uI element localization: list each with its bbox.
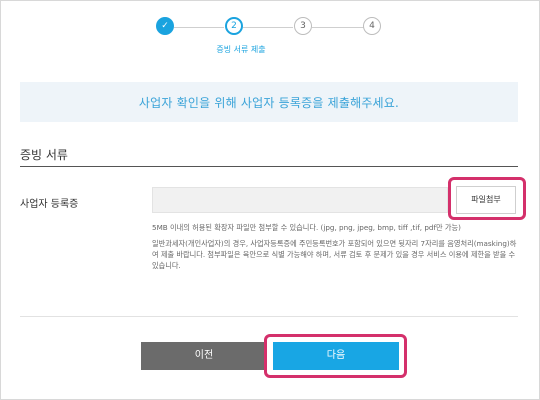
file-size-note: 5MB 이내의 허용된 확장자 파일만 첨부할 수 있습니다. (jpg, pn…: [152, 223, 461, 232]
next-button-highlight: [264, 334, 407, 378]
step-4-indicator: 4: [363, 17, 381, 35]
previous-button[interactable]: 이전: [141, 342, 267, 370]
step-1-check-icon: ✓: [156, 17, 174, 35]
section-title: 증빙 서류: [20, 148, 68, 162]
banner-text: 사업자 확인을 위해 사업자 등록증을 제출해주세요.: [138, 96, 400, 110]
step-connector: [243, 27, 293, 28]
file-name-field[interactable]: [152, 187, 448, 213]
masking-note: 일반과세자(개인사업자)의 경우, 사업자등록증에 주민등록번호가 포함되어 있…: [152, 239, 517, 270]
attach-button-highlight: [448, 177, 526, 220]
business-registration-label: 사업자 등록증: [20, 199, 79, 210]
footer-divider: [20, 316, 518, 317]
active-step-caption: 증빙 서류 제출: [216, 45, 266, 54]
step-2-indicator: 2: [225, 17, 243, 35]
section-divider: [20, 166, 518, 167]
info-banner: 사업자 확인을 위해 사업자 등록증을 제출해주세요.: [20, 82, 518, 122]
progress-stepper: ✓ 2 3 4: [156, 17, 382, 39]
step-connector: [174, 27, 224, 28]
step-3-indicator: 3: [294, 17, 312, 35]
step-connector: [312, 27, 364, 28]
